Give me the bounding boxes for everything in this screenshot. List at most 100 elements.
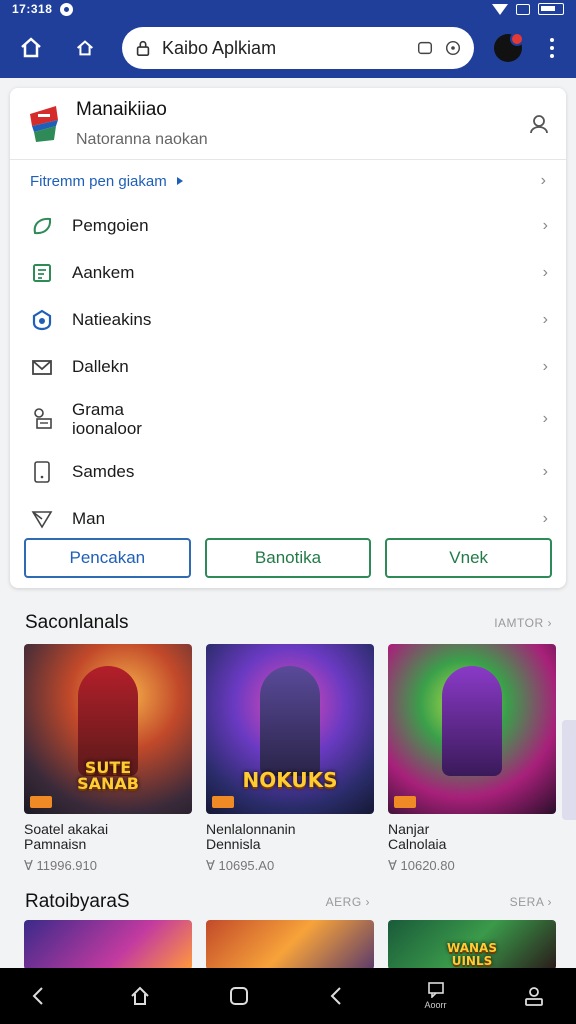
app-title: Manaikiiao: [76, 98, 167, 120]
game-card[interactable]: [24, 920, 192, 970]
chat-icon: [427, 982, 444, 998]
menu-item-label: Dallekn: [72, 357, 129, 376]
game-thumbnail: [206, 920, 374, 970]
overflow-menu-icon[interactable]: [542, 33, 562, 63]
hero-figure: [442, 666, 502, 776]
badge-icon: [30, 796, 52, 808]
menu-list: Pemgoien › Aankem › Natieakins › Dallekn…: [10, 202, 566, 542]
status-time: 17:318: [12, 2, 53, 16]
section-more-label: SERA: [509, 895, 544, 909]
game-card[interactable]: Nanjar Calnolaia Ɐ 10620.80: [388, 644, 556, 874]
user-icon[interactable]: [528, 113, 550, 135]
tabs-icon: [229, 987, 248, 1005]
game-logo-text: SUTE SANAB: [77, 758, 139, 793]
shield-home-icon: [30, 308, 54, 332]
section-more-link[interactable]: SERA ›: [510, 895, 552, 909]
featured-link[interactable]: Fitremm pen giakam ›: [10, 160, 566, 202]
diamond-back-icon: [32, 987, 43, 1005]
card-actions: Pencakan Banotika Vnek: [24, 538, 553, 578]
battery-icon: [538, 3, 564, 15]
home-nav-button[interactable]: [120, 976, 160, 1016]
section-more-link[interactable]: IAMTOR ›: [494, 616, 552, 630]
system-nav-bar: Aoorr: [0, 968, 576, 1024]
back-nav-button[interactable]: [317, 976, 357, 1016]
home-outline-icon: [77, 40, 93, 56]
menu-item-label: Aankem: [72, 263, 135, 282]
tertiary-action-button[interactable]: Vnek: [385, 538, 553, 578]
section-title: RatoibyaraS: [25, 891, 130, 912]
briefcase-icon: [30, 407, 54, 431]
game-card[interactable]: NOKUKS Nenlalonnanin Dennisla Ɐ 10695.A0: [206, 644, 374, 874]
game-card[interactable]: [206, 920, 374, 970]
mail-icon: [30, 355, 54, 379]
menu-item-label: Samdes: [72, 462, 135, 481]
menu-item[interactable]: Aankem ›: [10, 249, 566, 296]
signal-icon: [516, 3, 530, 15]
status-icons: [492, 3, 564, 15]
section-more-label: AERG: [325, 895, 362, 909]
menu-item-label: Natieakins: [72, 310, 152, 329]
section-more-link[interactable]: AERG ›: [326, 895, 370, 909]
url-text: Kaibo Aplkiam: [162, 37, 277, 58]
wifi-icon: [492, 3, 508, 15]
phone-icon: [30, 460, 54, 484]
play-icon: [176, 177, 183, 185]
badge-icon: [212, 796, 234, 808]
account-nav-button[interactable]: [514, 976, 554, 1016]
game-name: Soatel akakai Pamnaisn: [24, 821, 109, 852]
game-carousel: SUTE SANAB Soatel akakai Pamnaisn Ɐ 1199…: [24, 644, 556, 874]
game-thumbnail: [24, 920, 192, 970]
badge-icon: [394, 796, 416, 808]
browser-toolbar: Kaibo Aplkiam: [0, 18, 576, 78]
hero-figure: [260, 666, 320, 776]
menu-item[interactable]: Natieakins ›: [10, 296, 566, 343]
app-nav-button[interactable]: Aoorr: [416, 976, 456, 1016]
menu-item[interactable]: Dallekn ›: [10, 343, 566, 390]
menu-item-label: Grama ioonaloor: [72, 400, 142, 438]
game-carousel: WANAS UINLS: [24, 920, 556, 970]
leaf-icon: [30, 214, 54, 238]
game-name: Nanjar Calnolaia: [388, 821, 447, 852]
home-alt-button[interactable]: [68, 31, 102, 65]
next-card-peek: [562, 720, 576, 820]
primary-action-button[interactable]: Pencakan: [24, 538, 191, 578]
game-thumbnail: NOKUKS: [206, 644, 374, 814]
app-nav-caption: Aoorr: [424, 1000, 447, 1010]
chevron-right-icon: ›: [542, 410, 548, 427]
back-button[interactable]: [22, 976, 62, 1016]
menu-item[interactable]: Man ›: [10, 495, 566, 542]
app-header: Manaikiiao Natoranna naokan: [10, 88, 566, 160]
reload-icon[interactable]: [444, 39, 462, 57]
chevron-right-icon: ›: [542, 357, 548, 375]
home-button[interactable]: [14, 31, 48, 65]
chevron-right-icon: ›: [542, 310, 548, 328]
game-meta: Ɐ 10695.A0: [206, 858, 275, 873]
url-bar[interactable]: Kaibo Aplkiam: [122, 27, 474, 69]
game-meta: Ɐ 11996.910: [24, 858, 97, 873]
profile-avatar[interactable]: [494, 32, 524, 62]
tabs-nav-button[interactable]: [219, 976, 259, 1016]
game-logo-text: WANAS UINLS: [447, 941, 497, 968]
chevron-left-icon: [330, 987, 341, 1005]
menu-item[interactable]: Grama ioonaloor ›: [10, 390, 566, 448]
app-subtitle: Natoranna naokan: [76, 130, 208, 148]
menu-item[interactable]: Samdes ›: [10, 448, 566, 495]
home-icon: [131, 986, 150, 1005]
tabs-icon[interactable]: [416, 39, 434, 57]
game-name: Nenlalonnanin Dennisla: [206, 821, 296, 852]
menu-item-label: Pemgoien: [72, 216, 149, 235]
section-more-label: IAMTOR: [494, 616, 544, 630]
secondary-action-button[interactable]: Banotika: [204, 538, 372, 578]
game-card[interactable]: SUTE SANAB Soatel akakai Pamnaisn Ɐ 1199…: [24, 644, 192, 874]
document-icon: [30, 261, 54, 285]
send-icon: [30, 507, 54, 531]
status-bar: 17:318: [0, 0, 576, 18]
section-title: Saconlanals: [25, 612, 129, 633]
game-card[interactable]: WANAS UINLS: [388, 920, 556, 970]
person-icon: [525, 987, 543, 1006]
menu-item-label: Man: [72, 509, 106, 528]
chevron-right-icon: ›: [542, 263, 548, 281]
game-thumbnail: [388, 644, 556, 814]
game-thumbnail: SUTE SANAB: [24, 644, 192, 814]
menu-item[interactable]: Pemgoien ›: [10, 202, 566, 249]
